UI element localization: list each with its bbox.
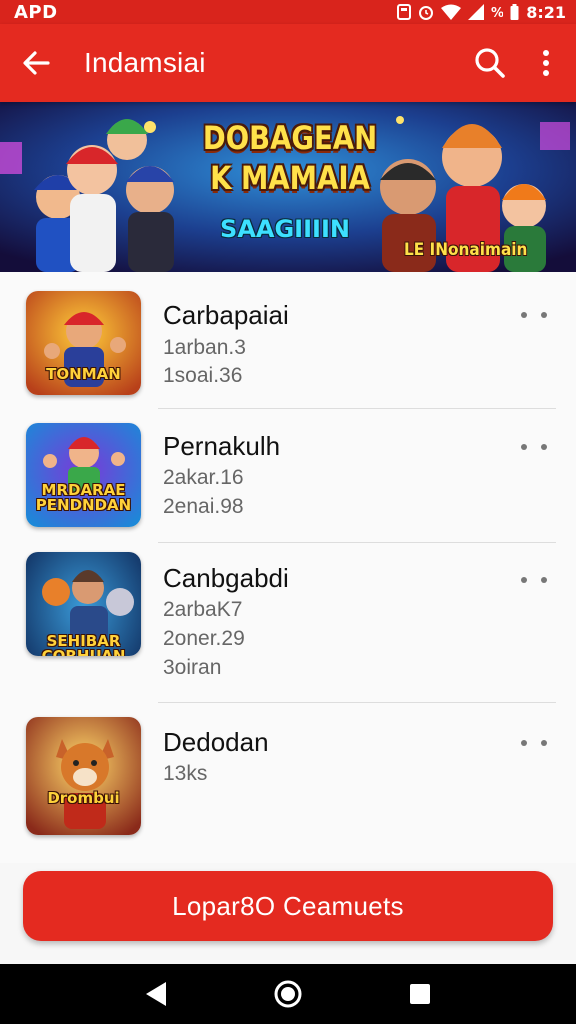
dot-icon xyxy=(541,577,547,583)
recents-square-icon xyxy=(410,984,430,1004)
list-item[interactable]: SEHIBAR CORHUAN Canbgabdi 2arbaK7 2oner.… xyxy=(0,543,576,703)
notification-icon xyxy=(397,4,412,20)
status-carrier-text: APD xyxy=(14,1,58,23)
item-detail: 1soai.36 xyxy=(163,364,243,387)
item-detail: 2oner.29 xyxy=(163,627,245,650)
svg-text:%: % xyxy=(491,6,503,19)
item-more-button[interactable] xyxy=(512,437,556,457)
item-detail: 1arban.3 xyxy=(163,336,246,359)
app-title: Indamsiai xyxy=(84,47,206,78)
overflow-menu-button[interactable] xyxy=(524,41,568,85)
list-item[interactable]: TONMAN Carbapaiai 1arban.3 1soai.36 xyxy=(0,272,576,409)
promo-banner[interactable]: DOBAGEAN K MAMAIA SAAGIIIIN LE INonaimai… xyxy=(0,102,576,272)
dot-icon xyxy=(521,312,527,318)
list-item[interactable]: MRDARAE PENDNDAN Pernakulh 2akar.16 2ena… xyxy=(0,409,576,543)
back-arrow-icon xyxy=(23,51,50,75)
back-button[interactable] xyxy=(14,41,58,85)
banner-title: DOBAGEAN K MAMAIA xyxy=(200,118,381,198)
item-detail: 2arbaK7 xyxy=(163,598,243,621)
search-button[interactable] xyxy=(468,41,512,85)
nav-home-button[interactable] xyxy=(268,974,308,1014)
status-time: 8:21 xyxy=(526,2,566,22)
dot-icon xyxy=(521,740,527,746)
signal-icon xyxy=(468,4,485,20)
banner-title-line1: DOBAGEAN xyxy=(202,119,378,157)
nav-recents-button[interactable] xyxy=(400,974,440,1014)
item-detail: 3oiran xyxy=(163,656,222,679)
item-more-button[interactable] xyxy=(512,733,556,753)
status-icons: % 8:21 xyxy=(397,3,566,22)
game-list: TONMAN Carbapaiai 1arban.3 1soai.36 MRDA… xyxy=(0,272,576,863)
list-item[interactable]: Drombui Dedodan 13ks xyxy=(0,703,576,863)
item-title: Dedodan xyxy=(163,727,269,757)
game-thumbnail: SEHIBAR CORHUAN xyxy=(26,552,141,656)
primary-action-button[interactable]: Lopar8O Ceamuets xyxy=(23,871,553,941)
search-icon xyxy=(475,48,505,78)
game-thumbnail: Drombui xyxy=(26,717,141,835)
home-circle-icon xyxy=(274,980,302,1008)
nav-back-button[interactable] xyxy=(136,974,176,1014)
thumbnail-label: MRDARAE PENDNDAN xyxy=(35,481,132,514)
thumbnail-label: Drombui xyxy=(47,789,120,807)
banner-subtitle: SAAGIIIIN xyxy=(220,215,350,243)
banner-tag: LE INonaimain xyxy=(404,240,528,260)
dot-icon xyxy=(541,444,547,450)
back-triangle-icon xyxy=(146,982,166,1006)
item-detail: 13ks xyxy=(163,762,208,785)
system-nav-bar xyxy=(0,964,576,1024)
percent-icon: % xyxy=(491,6,503,19)
app-bar: Indamsiai xyxy=(0,24,576,102)
item-more-button[interactable] xyxy=(512,570,556,590)
dot-icon xyxy=(521,444,527,450)
dot-icon xyxy=(541,312,547,318)
battery-icon xyxy=(510,4,519,20)
item-title: Canbgabdi xyxy=(163,563,289,593)
item-more-button[interactable] xyxy=(512,305,556,325)
more-vert-icon xyxy=(543,50,549,76)
dot-icon xyxy=(521,577,527,583)
banner-title-line2: K MAMAIA xyxy=(210,159,370,197)
game-thumbnail: TONMAN xyxy=(26,291,141,395)
thumbnail-label: TONMAN xyxy=(46,365,121,383)
item-title: Carbapaiai xyxy=(163,300,289,330)
wifi-icon xyxy=(441,4,462,20)
status-bar: APD % 8:21 xyxy=(0,0,576,24)
thumbnail-label: SEHIBAR CORHUAN xyxy=(41,632,126,657)
item-title: Pernakulh xyxy=(163,431,281,461)
item-detail: 2akar.16 xyxy=(163,466,244,489)
dot-icon xyxy=(541,740,547,746)
game-thumbnail: MRDARAE PENDNDAN xyxy=(26,423,141,527)
alarm-icon xyxy=(419,6,434,20)
item-detail: 2enai.98 xyxy=(163,495,244,518)
